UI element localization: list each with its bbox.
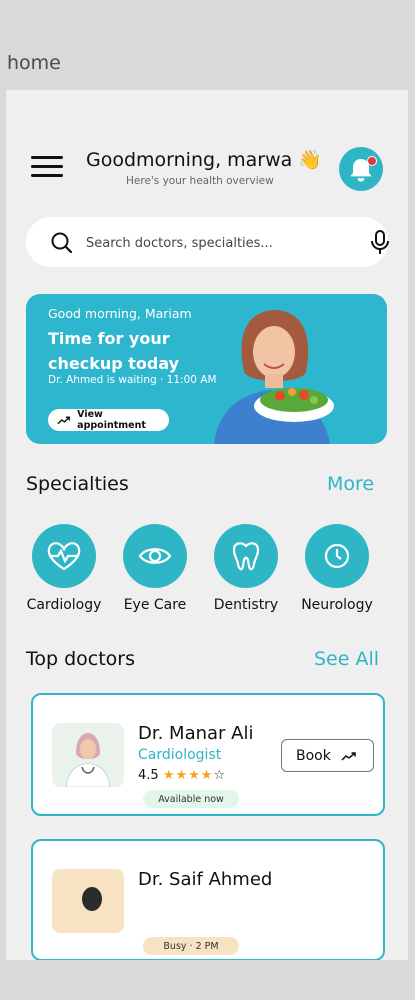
view-appointment-label: View appointment	[77, 409, 146, 431]
frame-label: home	[7, 52, 61, 74]
doctor-avatar	[52, 723, 124, 787]
banner-greeting: Good morning, Mariam	[48, 306, 192, 321]
specialties-title: Specialties	[26, 473, 129, 495]
specialty-neurology[interactable]: Neurology	[295, 524, 379, 613]
book-button[interactable]: Book	[281, 739, 374, 772]
top-doctors-title: Top doctors	[26, 648, 136, 670]
specialties-more-link[interactable]: More	[327, 473, 374, 495]
bell-icon	[350, 159, 372, 182]
microphone-icon[interactable]	[369, 230, 391, 256]
banner-appointment-info: Dr. Ahmed is waiting · 11:00 AM	[48, 374, 217, 386]
availability-badge: Available now	[143, 790, 239, 808]
eye-icon	[138, 548, 172, 564]
specialty-label: Neurology	[301, 597, 373, 613]
hamburger-menu-icon[interactable]	[31, 156, 63, 180]
notification-dot	[367, 156, 377, 166]
specialty-cardiology[interactable]: Cardiology	[22, 524, 106, 613]
specialty-label: Eye Care	[123, 597, 187, 613]
banner-title: Time for your checkup today	[48, 329, 180, 373]
woman-with-salad-image	[214, 310, 334, 444]
view-appointment-button[interactable]: View appointment	[48, 409, 169, 431]
see-all-link[interactable]: See All	[314, 648, 379, 670]
doctor-name: Dr. Saif Ahmed	[138, 869, 273, 890]
star-rating-icon: ★★★★☆	[163, 768, 226, 783]
home-screen: Goodmorning, marwa 👋 Here's your health …	[6, 90, 408, 960]
empty-star: ☆	[213, 768, 227, 783]
greeting-subtitle: Here's your health overview	[126, 175, 274, 187]
greeting-title: Goodmorning, marwa 👋	[86, 149, 322, 171]
trending-up-icon	[341, 751, 356, 761]
book-label: Book	[296, 747, 331, 764]
search-bar[interactable]	[26, 217, 391, 267]
heartbeat-icon	[47, 542, 81, 571]
notification-button[interactable]	[339, 147, 383, 191]
availability-badge: Busy · 2 PM	[143, 937, 239, 955]
specialty-label: Dentistry	[213, 597, 279, 613]
doctor-name: Dr. Manar Ali	[138, 723, 254, 744]
specialty-eye-care[interactable]: Eye Care	[113, 524, 197, 613]
doctor-card[interactable]: Dr. Manar Ali Cardiologist 4.5 ★★★★☆ Ava…	[31, 693, 385, 816]
specialty-dentistry[interactable]: Dentistry	[204, 524, 288, 613]
checkup-banner[interactable]: Good morning, Mariam Time for your check…	[26, 294, 387, 444]
doctor-card[interactable]: Dr. Saif Ahmed Busy · 2 PM	[31, 839, 385, 960]
search-input[interactable]	[84, 230, 328, 256]
doctor-avatar-image	[82, 887, 102, 911]
doctor-avatar-image	[65, 733, 111, 787]
trending-up-icon	[57, 416, 70, 425]
rating-value: 4.5	[138, 768, 159, 783]
search-icon	[51, 232, 73, 254]
doctor-specialty: Cardiologist	[138, 747, 222, 763]
specialty-label: Cardiology	[26, 597, 102, 613]
doctor-avatar	[52, 869, 124, 933]
filled-stars: ★★★★	[162, 768, 214, 783]
doctor-rating: 4.5 ★★★★☆	[138, 768, 226, 783]
clock-icon	[324, 543, 350, 569]
tooth-icon	[232, 542, 260, 571]
